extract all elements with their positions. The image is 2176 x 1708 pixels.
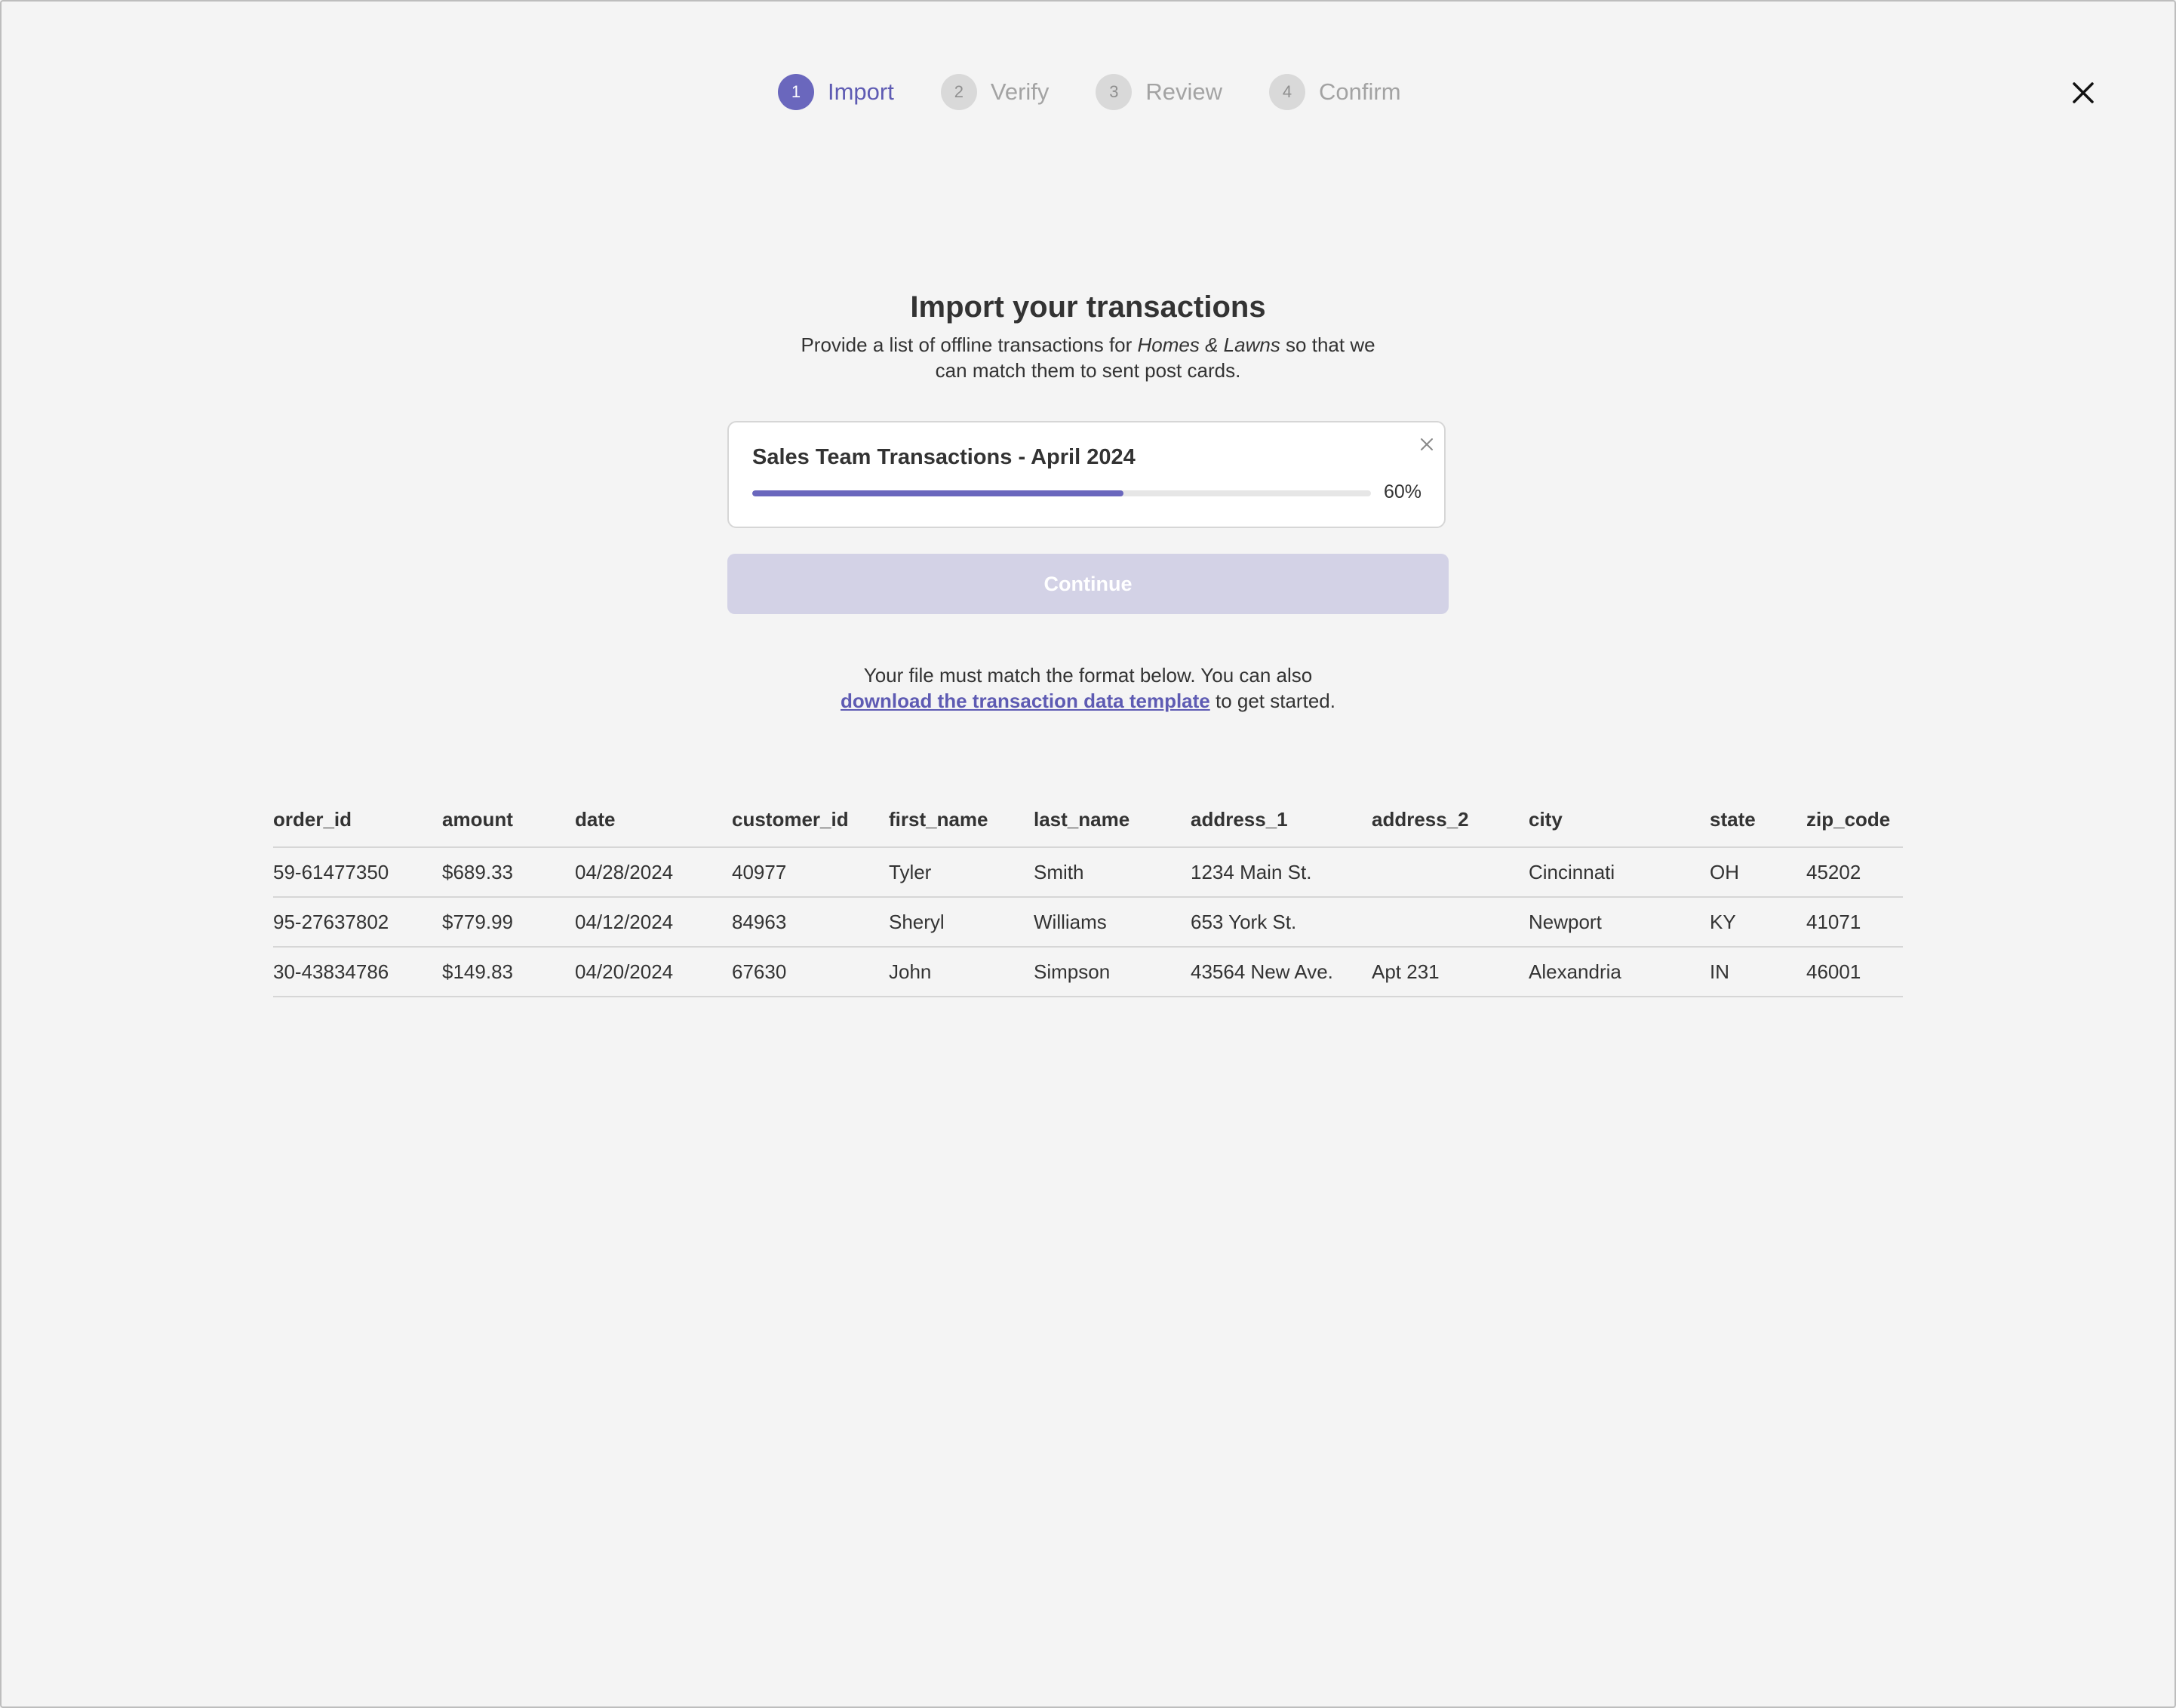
column-header: zip_code <box>1806 792 1903 848</box>
page-subtitle: Provide a list of offline transactions f… <box>786 332 1390 383</box>
step-number: 1 <box>778 74 814 110</box>
step-label: Import <box>828 78 894 105</box>
column-header: amount <box>442 792 575 848</box>
table-cell: 653 York St. <box>1191 897 1372 948</box>
table-cell: Apt 231 <box>1372 947 1529 997</box>
transaction-format-table: order_id amount date customer_id first_n… <box>273 792 1903 997</box>
table-cell: Alexandria <box>1529 947 1710 997</box>
column-header: last_name <box>1034 792 1191 848</box>
close-button[interactable] <box>2066 75 2101 110</box>
table-cell: Cincinnati <box>1529 847 1710 898</box>
table-cell: KY <box>1710 897 1806 948</box>
close-icon <box>2073 82 2094 103</box>
table-cell: Newport <box>1529 897 1710 948</box>
page-title: Import your transactions <box>910 290 1266 324</box>
table-cell: 40977 <box>732 847 889 898</box>
table-cell: 04/12/2024 <box>575 897 732 948</box>
table-cell: John <box>889 947 1034 997</box>
format-note-line1: Your file must match the format below. Y… <box>863 664 1313 687</box>
step-verify[interactable]: 2 Verify <box>940 74 1050 110</box>
column-header: city <box>1529 792 1710 848</box>
step-number: 3 <box>1096 74 1133 110</box>
table-cell <box>1372 847 1529 898</box>
column-header: first_name <box>889 792 1034 848</box>
table-cell: OH <box>1710 847 1806 898</box>
step-review[interactable]: 3 Review <box>1096 74 1222 110</box>
table-row: 30-43834786 $149.83 04/20/2024 67630 Joh… <box>273 947 1903 997</box>
table-header-row: order_id amount date customer_id first_n… <box>273 792 1903 848</box>
format-note-suffix: to get started. <box>1209 690 1335 712</box>
table-cell: 41071 <box>1806 897 1903 948</box>
table-cell: Williams <box>1034 897 1191 948</box>
table-cell: 95-27637802 <box>273 897 442 948</box>
business-name: Homes & Lawns <box>1137 333 1280 356</box>
step-label: Confirm <box>1319 78 1401 105</box>
table-cell: 84963 <box>732 897 889 948</box>
column-header: date <box>575 792 732 848</box>
upload-progress-fill <box>752 490 1123 496</box>
continue-button[interactable]: Continue <box>727 554 1449 614</box>
subtitle-prefix: Provide a list of offline transactions f… <box>801 333 1138 356</box>
upload-progress-percent: 60% <box>1384 481 1422 502</box>
table-cell: 1234 Main St. <box>1191 847 1372 898</box>
step-label: Review <box>1145 78 1223 105</box>
column-header: address_2 <box>1372 792 1529 848</box>
table-cell: 43564 New Ave. <box>1191 947 1372 997</box>
table-cell: IN <box>1710 947 1806 997</box>
table-cell <box>1372 897 1529 948</box>
remove-file-icon <box>1421 438 1433 450</box>
step-import[interactable]: 1 Import <box>778 74 894 110</box>
column-header: customer_id <box>732 792 889 848</box>
table-cell: $779.99 <box>442 897 575 948</box>
table-cell: Tyler <box>889 847 1034 898</box>
step-number: 4 <box>1269 74 1306 110</box>
stepper: 1 Import 2 Verify 3 Review 4 Confirm <box>778 72 1401 112</box>
table-cell: $149.83 <box>442 947 575 997</box>
table-row: 59-61477350 $689.33 04/28/2024 40977 Tyl… <box>273 847 1903 898</box>
table-cell: 04/28/2024 <box>575 847 732 898</box>
remove-file-button[interactable] <box>1418 436 1435 453</box>
table-cell: 67630 <box>732 947 889 997</box>
upload-progress-bar <box>752 490 1371 496</box>
table-cell: 59-61477350 <box>273 847 442 898</box>
table-cell: Sheryl <box>889 897 1034 948</box>
step-confirm[interactable]: 4 Confirm <box>1269 74 1401 110</box>
table-cell: 45202 <box>1806 847 1903 898</box>
format-note-line2: download the transaction data template t… <box>0 688 2176 714</box>
download-template-link[interactable]: download the transaction data template <box>841 690 1210 712</box>
column-header: state <box>1710 792 1806 848</box>
step-number: 2 <box>940 74 977 110</box>
table-cell: $689.33 <box>442 847 575 898</box>
column-header: address_1 <box>1191 792 1372 848</box>
table-cell: 46001 <box>1806 947 1903 997</box>
table-cell: Smith <box>1034 847 1191 898</box>
table-cell: 30-43834786 <box>273 947 442 997</box>
table-cell: Simpson <box>1034 947 1191 997</box>
file-name: Sales Team Transactions - April 2024 <box>752 445 1136 469</box>
column-header: order_id <box>273 792 442 848</box>
format-note: Your file must match the format below. Y… <box>0 662 2176 714</box>
step-label: Verify <box>990 78 1050 105</box>
table-cell: 04/20/2024 <box>575 947 732 997</box>
upload-file-card: Sales Team Transactions - April 2024 60% <box>727 421 1446 528</box>
table-row: 95-27637802 $779.99 04/12/2024 84963 She… <box>273 897 1903 948</box>
